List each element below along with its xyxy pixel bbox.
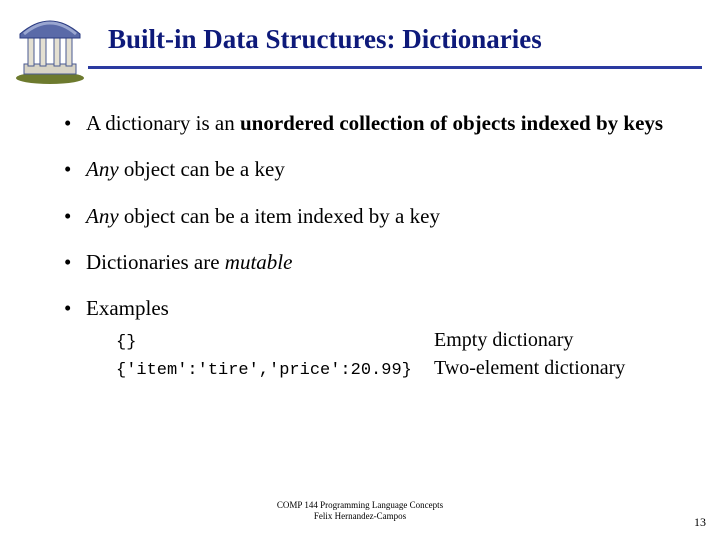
- bullet-1-text-pre: A dictionary is an: [86, 111, 240, 135]
- slide: Built-in Data Structures: Dictionaries A…: [0, 0, 720, 540]
- bullet-2: Any object can be a key: [58, 156, 678, 182]
- example-row-1: {} Empty dictionary: [116, 327, 678, 355]
- bullet-4-text-pre: Dictionaries are: [86, 250, 225, 274]
- bullet-3-text-rest: object can be a item indexed by a key: [119, 204, 440, 228]
- example-1-desc: Empty dictionary: [434, 327, 678, 354]
- example-1-code: {}: [116, 332, 434, 355]
- bullet-2-text-it: Any: [86, 157, 119, 181]
- footer-line-1: COMP 144 Programming Language Concepts: [0, 500, 720, 511]
- bullet-5-text: Examples: [86, 296, 169, 320]
- bullet-4: Dictionaries are mutable: [58, 249, 678, 275]
- bullet-5: Examples {} Empty dictionary {'item':'ti…: [58, 295, 678, 383]
- bullet-list: A dictionary is an unordered collection …: [58, 110, 678, 383]
- bullet-3: Any object can be a item indexed by a ke…: [58, 203, 678, 229]
- content-area: A dictionary is an unordered collection …: [58, 110, 678, 403]
- bullet-3-text-it: Any: [86, 204, 119, 228]
- footer-line-2: Felix Hernandez-Campos: [0, 511, 720, 522]
- title-underline: [88, 66, 702, 69]
- bullet-1: A dictionary is an unordered collection …: [58, 110, 678, 136]
- example-2-desc: Two-element dictionary: [434, 355, 678, 382]
- slide-title: Built-in Data Structures: Dictionaries: [108, 24, 542, 55]
- bullet-1-text-bold: unordered collection of objects indexed …: [240, 111, 663, 135]
- examples-block: {} Empty dictionary {'item':'tire','pric…: [116, 327, 678, 383]
- logo-unc-old-well: [10, 6, 90, 86]
- footer: COMP 144 Programming Language Concepts F…: [0, 500, 720, 522]
- page-number: 13: [694, 515, 706, 530]
- bullet-4-text-it: mutable: [225, 250, 293, 274]
- example-2-code: {'item':'tire','price':20.99}: [116, 360, 434, 383]
- example-row-2: {'item':'tire','price':20.99} Two-elemen…: [116, 355, 678, 383]
- bullet-2-text-rest: object can be a key: [119, 157, 285, 181]
